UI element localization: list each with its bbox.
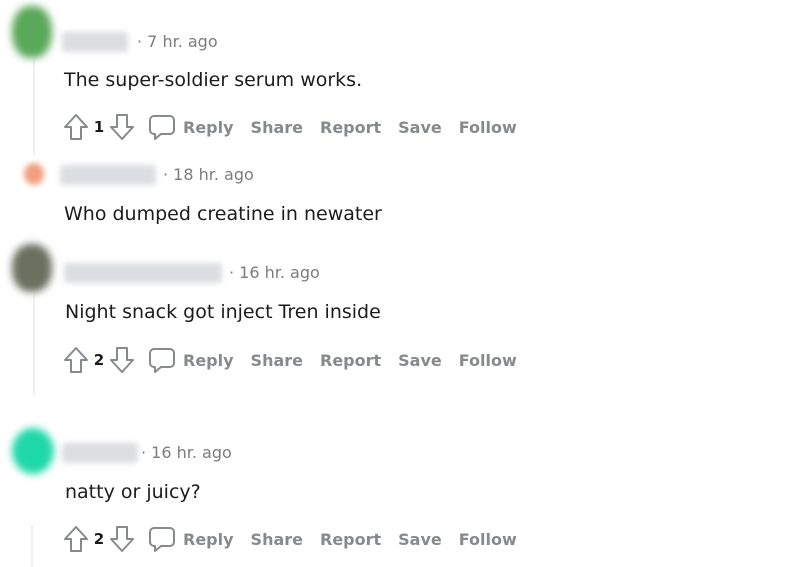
comment-timestamp: · 7 hr. ago	[137, 32, 218, 51]
username[interactable]	[60, 165, 156, 185]
arrow-up-icon	[64, 526, 88, 552]
username[interactable]	[62, 32, 128, 52]
avatar[interactable]	[24, 163, 44, 185]
comment-body: natty or juicy?	[65, 481, 201, 503]
speech-bubble-icon	[149, 527, 175, 552]
comment-timestamp: · 16 hr. ago	[229, 263, 320, 282]
follow-button[interactable]: Follow	[459, 530, 517, 549]
thread-line[interactable]	[33, 295, 35, 395]
comment-timestamp: · 18 hr. ago	[163, 165, 254, 184]
comment-body: The super-soldier serum works.	[64, 69, 363, 91]
avatar[interactable]	[12, 244, 52, 292]
share-button[interactable]: Share	[251, 118, 303, 137]
arrow-down-icon	[110, 114, 134, 140]
comment-actions: 1 Reply Share Report Save Follow	[61, 111, 534, 143]
comment-actions: 2 Reply Share Report Save Follow	[61, 523, 534, 555]
thread-line[interactable]	[31, 525, 33, 567]
arrow-up-icon	[64, 347, 88, 373]
comment-timestamp: · 16 hr. ago	[141, 443, 232, 462]
follow-button[interactable]: Follow	[459, 351, 517, 370]
arrow-up-icon	[64, 114, 88, 140]
vote-count: 2	[93, 530, 105, 548]
share-button[interactable]: Share	[251, 530, 303, 549]
report-button[interactable]: Report	[320, 118, 381, 137]
downvote-button[interactable]	[107, 112, 137, 142]
username[interactable]	[64, 263, 222, 283]
vote-count: 2	[93, 351, 105, 369]
upvote-button[interactable]	[61, 345, 91, 375]
upvote-button[interactable]	[61, 524, 91, 554]
avatar[interactable]	[12, 428, 54, 474]
comment-actions: 2 Reply Share Report Save Follow	[61, 344, 534, 376]
comment-button[interactable]	[147, 345, 177, 375]
avatar[interactable]	[12, 6, 52, 58]
report-button[interactable]: Report	[320, 351, 381, 370]
comment-body: Who dumped creatine in newater	[64, 203, 382, 225]
share-button[interactable]: Share	[251, 351, 303, 370]
save-button[interactable]: Save	[398, 530, 442, 549]
vote-count: 1	[93, 118, 105, 136]
thread-line[interactable]	[33, 60, 35, 155]
follow-button[interactable]: Follow	[459, 118, 517, 137]
report-button[interactable]: Report	[320, 530, 381, 549]
comment-body: Night snack got inject Tren inside	[65, 301, 381, 323]
reply-button[interactable]: Reply	[183, 530, 234, 549]
downvote-button[interactable]	[107, 345, 137, 375]
downvote-button[interactable]	[107, 524, 137, 554]
arrow-down-icon	[110, 526, 134, 552]
save-button[interactable]: Save	[398, 351, 442, 370]
username[interactable]	[62, 443, 138, 463]
comment-button[interactable]	[147, 524, 177, 554]
upvote-button[interactable]	[61, 112, 91, 142]
comment-button[interactable]	[147, 112, 177, 142]
arrow-down-icon	[110, 347, 134, 373]
reply-button[interactable]: Reply	[183, 351, 234, 370]
speech-bubble-icon	[149, 115, 175, 140]
save-button[interactable]: Save	[398, 118, 442, 137]
reply-button[interactable]: Reply	[183, 118, 234, 137]
speech-bubble-icon	[149, 348, 175, 373]
